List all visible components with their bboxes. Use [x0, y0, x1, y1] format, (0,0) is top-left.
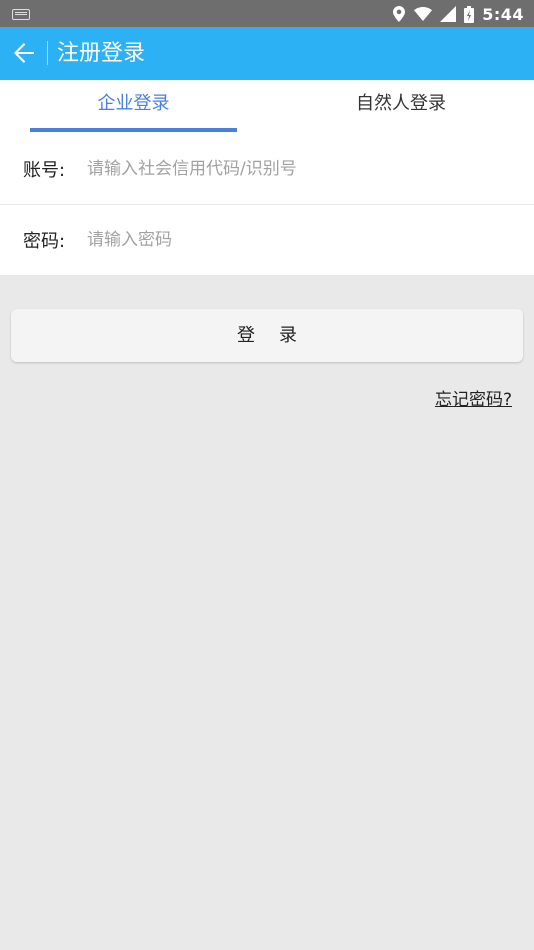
tab-active-indicator [30, 128, 237, 132]
tab-personal-login[interactable]: 自然人登录 [268, 80, 534, 134]
account-label: 账号: [23, 160, 66, 181]
login-tabs: 企业登录 自然人登录 [0, 80, 534, 134]
status-icons: 5:44 [392, 3, 524, 25]
keyboard-icon [12, 9, 30, 20]
password-row: 密码: [0, 205, 534, 275]
login-form: 账号: 密码: [0, 134, 534, 275]
location-icon [392, 6, 406, 22]
status-bar: 5:44 [0, 0, 534, 27]
signal-icon [440, 6, 457, 22]
battery-icon [464, 5, 475, 23]
account-input[interactable] [87, 159, 507, 179]
account-row: 账号: [0, 134, 534, 205]
wifi-icon [414, 6, 433, 22]
tab-enterprise-login-label: 企业登录 [97, 93, 170, 114]
app-bar: 注册登录 [0, 27, 534, 80]
password-label: 密码: [23, 231, 66, 252]
page-title: 注册登录 [57, 41, 146, 66]
back-arrow-icon[interactable] [12, 41, 36, 65]
app-bar-divider [47, 41, 48, 65]
clock-time: 5:44 [482, 4, 524, 24]
tab-personal-login-label: 自然人登录 [356, 93, 446, 114]
tab-enterprise-login[interactable]: 企业登录 [30, 80, 237, 134]
forgot-password-link[interactable]: 忘记密码? [435, 385, 512, 410]
password-input[interactable] [87, 230, 507, 250]
login-button[interactable]: 登录 [11, 309, 523, 362]
